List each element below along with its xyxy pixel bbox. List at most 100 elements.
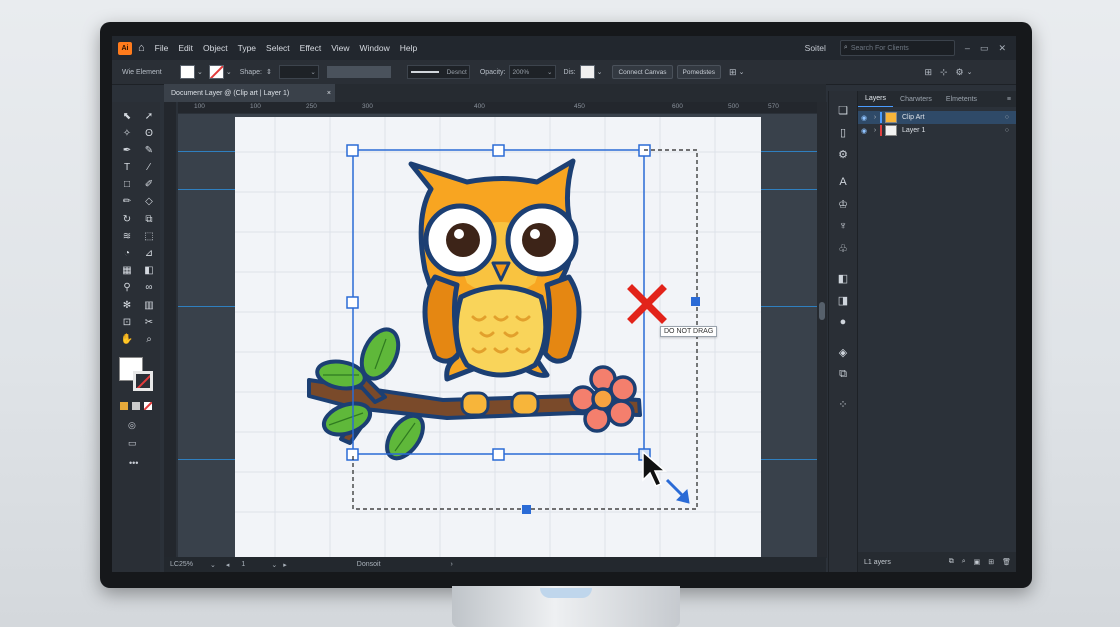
menu-effect[interactable]: Effect — [300, 43, 322, 53]
zoom-level[interactable]: LC25% — [170, 561, 210, 568]
gradient-panel-icon[interactable]: ◧ — [829, 267, 857, 289]
artboard-icon[interactable]: ⊡ — [118, 316, 136, 329]
rotate-icon[interactable]: ↻ — [118, 213, 136, 226]
artboards-icon[interactable]: ⧉ — [829, 363, 857, 385]
prev-artboard-icon[interactable]: ◂ — [226, 561, 230, 569]
panel-menu-icon[interactable]: ⚙ — [956, 67, 964, 78]
new-layer-icon[interactable]: ⊞ — [988, 558, 994, 566]
graph-icon[interactable]: ▥ — [140, 299, 158, 312]
gradient-icon[interactable]: ◧ — [140, 265, 158, 278]
layer-name[interactable]: Clip Art — [902, 114, 925, 121]
more-tools-icon[interactable]: ••• — [129, 458, 138, 468]
locate-object-icon[interactable]: ⌕ — [962, 558, 966, 566]
blend-icon[interactable]: ∞ — [140, 282, 158, 295]
slice-icon[interactable]: ✂ — [140, 316, 158, 329]
width-icon[interactable]: ≋ — [118, 230, 136, 243]
page-number[interactable]: 1 — [241, 561, 271, 568]
menu-view[interactable]: View — [331, 43, 349, 53]
maximize-icon[interactable]: ▭ — [980, 43, 989, 54]
document-icon[interactable]: ▯ — [829, 121, 857, 143]
make-clipping-mask-icon[interactable]: ▣ — [974, 558, 981, 566]
expand-icon[interactable]: › — [870, 127, 880, 134]
layer-row[interactable]: ◉ › Layer 1 ○ — [858, 124, 1016, 137]
menu-select[interactable]: Select — [266, 43, 290, 53]
paragraph-icon[interactable]: ♔ — [829, 193, 857, 215]
align-icon[interactable]: ⊞ — [729, 67, 737, 78]
minimize-icon[interactable]: – — [965, 43, 970, 53]
chevron-down-icon[interactable]: ⌄ — [967, 68, 973, 76]
eyedropper-icon[interactable]: ⚲ — [118, 282, 136, 295]
brushes-icon[interactable]: ♆ — [829, 215, 857, 237]
lasso-icon[interactable]: ʘ — [140, 127, 158, 140]
target-icon[interactable]: ○ — [1005, 127, 1009, 134]
home-icon[interactable]: ⌂ — [138, 42, 145, 54]
chevron-down-icon[interactable]: ⌄ — [597, 68, 603, 76]
fill-swatch[interactable] — [180, 65, 195, 79]
character-icon[interactable]: A — [829, 171, 857, 193]
mesh-icon[interactable]: ▦ — [118, 265, 136, 278]
close-icon[interactable]: ✕ — [998, 43, 1006, 54]
properties-icon[interactable]: ⚙ — [829, 143, 857, 165]
visibility-icon[interactable]: ◉ — [858, 114, 870, 122]
chevron-down-icon[interactable]: ⌄ — [197, 68, 203, 76]
none-mode-icon[interactable] — [144, 402, 152, 410]
layers-icon[interactable]: ◈ — [829, 341, 857, 363]
chevron-down-icon[interactable]: ⌄ — [739, 68, 745, 76]
collect-export-icon[interactable]: ⧉ — [949, 558, 954, 566]
menu-help[interactable]: Help — [400, 43, 417, 53]
artboard[interactable]: DO NOT DRAG — [235, 117, 761, 558]
menu-edit[interactable]: Edit — [178, 43, 193, 53]
document-tab[interactable]: Document Layer @ (Clip art | Layer 1) × — [164, 84, 335, 102]
workspace-switcher[interactable]: Soitel — [805, 43, 826, 53]
tab-characters[interactable]: Charwters — [893, 96, 939, 103]
eraser-icon[interactable]: ◇ — [140, 196, 158, 209]
rectangle-icon[interactable]: □ — [118, 179, 136, 192]
vertical-scrollbar[interactable] — [817, 102, 827, 558]
properties-button[interactable]: Pomedstes — [676, 65, 722, 79]
canvas-area[interactable]: DO NOT DRAG — [178, 114, 826, 558]
hand-icon[interactable]: ✋ — [118, 333, 136, 346]
layer-name[interactable]: Layer 1 — [902, 127, 925, 134]
stepper-icon[interactable]: ⇕ — [266, 68, 272, 76]
chevron-down-icon[interactable]: ⌄ — [210, 561, 216, 569]
next-artboard-icon[interactable]: ▸ — [283, 561, 287, 569]
screen-mode-icon[interactable]: ▭ — [128, 438, 137, 449]
color-mode-icon[interactable] — [120, 402, 128, 410]
expand-icon[interactable]: › — [870, 114, 880, 121]
direct-select-icon[interactable]: ➚ — [140, 110, 158, 123]
menu-file[interactable]: File — [155, 43, 169, 53]
stroke-swatch[interactable] — [208, 65, 224, 79]
flower-illustration[interactable] — [569, 365, 637, 433]
symbol-sprayer-icon[interactable]: ✻ — [118, 299, 136, 312]
draw-mode-icon[interactable]: ◎ — [128, 420, 136, 431]
scale-icon[interactable]: ⧉ — [140, 213, 158, 226]
gradient-mode-icon[interactable] — [132, 402, 140, 410]
panel-menu-icon[interactable]: ≡ — [1007, 96, 1011, 103]
links-icon[interactable]: ⁘ — [829, 393, 857, 415]
curvature-icon[interactable]: ✎ — [140, 144, 158, 157]
close-tab-icon[interactable]: × — [327, 90, 331, 97]
perspective-icon[interactable]: ⊿ — [140, 248, 158, 261]
visibility-icon[interactable]: ◉ — [858, 127, 870, 135]
opacity-dropdown[interactable]: 200% ⌄ — [508, 65, 556, 79]
shape-builder-icon[interactable]: ◔ — [118, 248, 136, 261]
stroke-weight-dropdown[interactable]: ⌄ — [278, 65, 319, 79]
target-icon[interactable]: ○ — [1005, 114, 1009, 121]
free-transform-icon[interactable]: ⬚ — [140, 230, 158, 243]
paintbrush-icon[interactable]: ✐ — [140, 179, 158, 192]
connect-canvas-button[interactable]: Connect Canvas — [612, 65, 673, 79]
chevron-right-icon[interactable]: › — [451, 561, 453, 568]
type-icon[interactable]: T — [118, 162, 136, 175]
transform-icon[interactable]: ⊹ — [940, 67, 948, 78]
delete-icon[interactable]: 🗑 — [1002, 558, 1011, 566]
layer-row[interactable]: ◉ › Clip Art ○ — [858, 111, 1016, 124]
menu-window[interactable]: Window — [360, 43, 390, 53]
scrollbar-thumb[interactable] — [819, 302, 825, 320]
arrow-icon[interactable]: ⬉ — [118, 110, 136, 123]
symbols-icon[interactable]: ♧ — [829, 237, 857, 259]
libraries-icon[interactable]: ❏ — [829, 99, 857, 121]
pen-icon[interactable]: ✒ — [118, 144, 136, 157]
tab-layers[interactable]: Layers — [858, 91, 894, 107]
search-input[interactable]: ⌕ Search For Clients — [839, 40, 955, 56]
stroke-color-swatch[interactable] — [133, 371, 153, 391]
